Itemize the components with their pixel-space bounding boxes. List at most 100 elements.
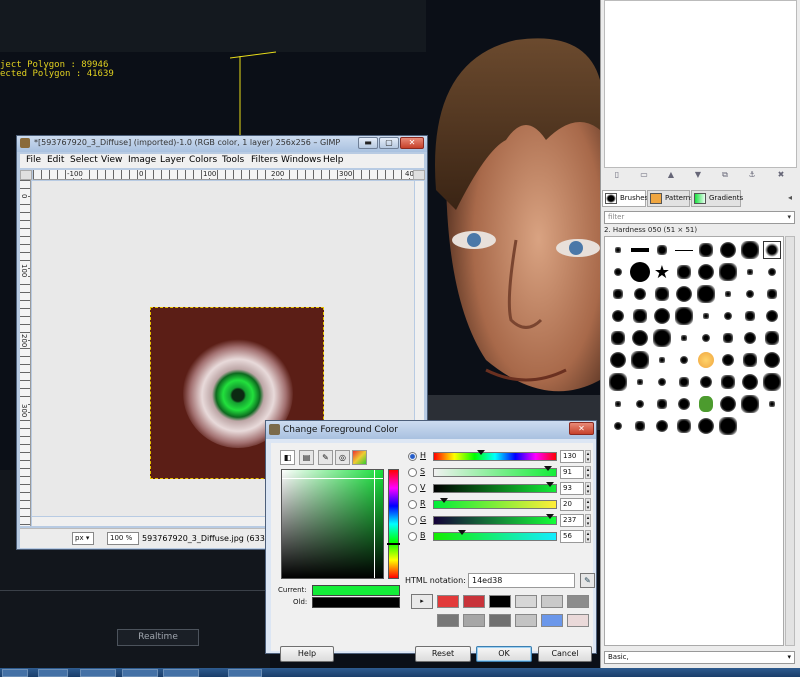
gimp-title-bar[interactable]: *[593767920_3_Diffuse] (imported)-1.0 (R… [17,136,427,152]
brush-thumbnail[interactable] [630,328,650,348]
brush-thumbnail[interactable] [652,328,672,348]
raise-layer-icon[interactable]: ▲ [666,170,676,180]
brush-thumbnail[interactable] [652,416,672,436]
brush-thumbnail[interactable] [696,306,716,326]
layers-list[interactable] [604,0,797,168]
brush-thumbnail[interactable] [696,262,716,282]
history-color-swatch[interactable] [489,614,511,627]
lower-layer-icon[interactable]: ▼ [693,170,703,180]
brush-thumbnail[interactable] [652,240,672,260]
menu-image[interactable]: Image [128,155,156,165]
history-color-swatch[interactable] [463,614,485,627]
brush-thumbnail[interactable] [630,416,650,436]
spin-arrows-icon[interactable]: ▴ ▾ [585,498,591,511]
tab-brushes[interactable]: Brushes [602,190,648,207]
channel-r-slider[interactable] [433,498,557,509]
brush-thumbnail[interactable] [608,394,628,414]
navigate-icon[interactable] [413,170,425,180]
menu-windows[interactable]: Windows [281,155,321,165]
brush-thumbnail[interactable] [608,416,628,436]
history-color-swatch[interactable] [515,614,537,627]
menu-help[interactable]: Help [323,155,344,165]
brush-thumbnail[interactable] [718,284,738,304]
channel-v-row[interactable]: V 93 ▴ ▾ [408,482,591,496]
channel-g-value[interactable]: 237 [560,514,584,527]
ok-button[interactable]: OK [476,646,532,662]
channel-s-slider[interactable] [433,466,557,477]
brush-thumbnail[interactable] [718,240,738,260]
slider-knob[interactable] [544,466,552,471]
spin-arrows-icon[interactable]: ▴ ▾ [585,514,591,527]
cmyk-selector-icon[interactable]: ▤ [299,450,314,465]
brush-thumbnail[interactable] [674,284,694,304]
vertical-ruler[interactable]: 0 100 200 300 [20,180,31,526]
quick-mask-corner-icon[interactable] [20,170,32,180]
brush-thumbnail[interactable] [630,350,650,370]
slider-knob[interactable] [458,530,466,535]
duplicate-layer-icon[interactable]: ⧉ [720,170,730,180]
realtime-button[interactable]: Realtime [117,629,199,646]
channel-b-radio[interactable] [408,532,417,541]
new-layer-icon[interactable]: ▯ [612,170,622,180]
brush-thumbnail[interactable] [740,394,760,414]
brush-thumbnail[interactable] [674,306,694,326]
brush-thumbnail[interactable] [608,262,628,282]
change-foreground-color-dialog[interactable]: Change Foreground Color ✕ ◧ ▤ ✎ ◎ H 130 … [265,420,597,662]
slider-knob[interactable] [546,482,554,487]
brush-thumbnail[interactable] [652,284,672,304]
brush-thumbnail[interactable] [696,350,716,370]
tab-gradients[interactable]: Gradients [691,190,743,207]
brush-thumbnail[interactable] [718,416,738,436]
menu-filters[interactable]: Filters [251,155,278,165]
spin-arrows-icon[interactable]: ▴ ▾ [585,530,591,543]
brush-filter-input[interactable]: filter ▾ [604,211,795,224]
brush-thumbnail[interactable] [630,372,650,392]
brush-thumbnail[interactable] [652,350,672,370]
brush-thumbnail[interactable] [652,306,672,326]
menu-select[interactable]: Select [70,155,98,165]
brush-thumbnail[interactable] [608,306,628,326]
brush-scrollbar[interactable] [785,236,795,646]
close-icon[interactable]: ✕ [400,137,424,149]
brush-thumbnail[interactable] [674,328,694,348]
wheel-selector-icon[interactable]: ◎ [335,450,350,465]
brush-thumbnail[interactable] [718,262,738,282]
spin-arrows-icon[interactable]: ▴ ▾ [585,466,591,479]
brush-thumbnail[interactable] [630,262,650,282]
spin-arrows-icon[interactable]: ▴ ▾ [585,482,591,495]
history-color-swatch[interactable] [515,595,537,608]
brush-thumbnail[interactable] [696,240,716,260]
brush-thumbnail[interactable] [762,328,782,348]
brush-thumbnail[interactable] [740,350,760,370]
zoom-select[interactable]: 100 % [107,532,139,545]
channel-h-row[interactable]: H 130 ▴ ▾ [408,450,591,464]
brush-thumbnail[interactable] [608,372,628,392]
channel-g-row[interactable]: G 237 ▴ ▾ [408,514,591,528]
slider-knob[interactable] [477,450,485,455]
channel-b-slider[interactable] [433,530,557,541]
history-color-swatch[interactable] [463,595,485,608]
brush-thumbnail[interactable] [696,372,716,392]
anchor-layer-icon[interactable]: ⚓ [747,170,757,180]
menu-colors[interactable]: Colors [189,155,217,165]
brush-thumbnail[interactable] [630,306,650,326]
minimize-icon[interactable]: ▬ [358,137,378,149]
brush-thumbnail[interactable] [608,240,628,260]
channel-s-row[interactable]: S 91 ▴ ▾ [408,466,591,480]
brush-thumbnail[interactable] [762,240,782,260]
channel-b-value[interactable]: 56 [560,530,584,543]
brush-thumbnail[interactable] [762,394,782,414]
channel-h-radio[interactable] [408,452,417,461]
channel-r-radio[interactable] [408,500,417,509]
dialog-title-bar[interactable]: Change Foreground Color ✕ [266,421,596,439]
hue-strip[interactable] [387,469,400,579]
channel-s-radio[interactable] [408,468,417,477]
channel-h-value[interactable]: 130 [560,450,584,463]
brush-thumbnail[interactable] [652,372,672,392]
brush-thumbnail[interactable] [718,372,738,392]
menu-layer[interactable]: Layer [160,155,185,165]
history-color-swatch[interactable] [567,595,589,608]
eyedropper-icon[interactable]: ✎ [580,573,595,588]
brush-thumbnail[interactable] [630,240,650,260]
brush-thumbnail[interactable] [740,372,760,392]
